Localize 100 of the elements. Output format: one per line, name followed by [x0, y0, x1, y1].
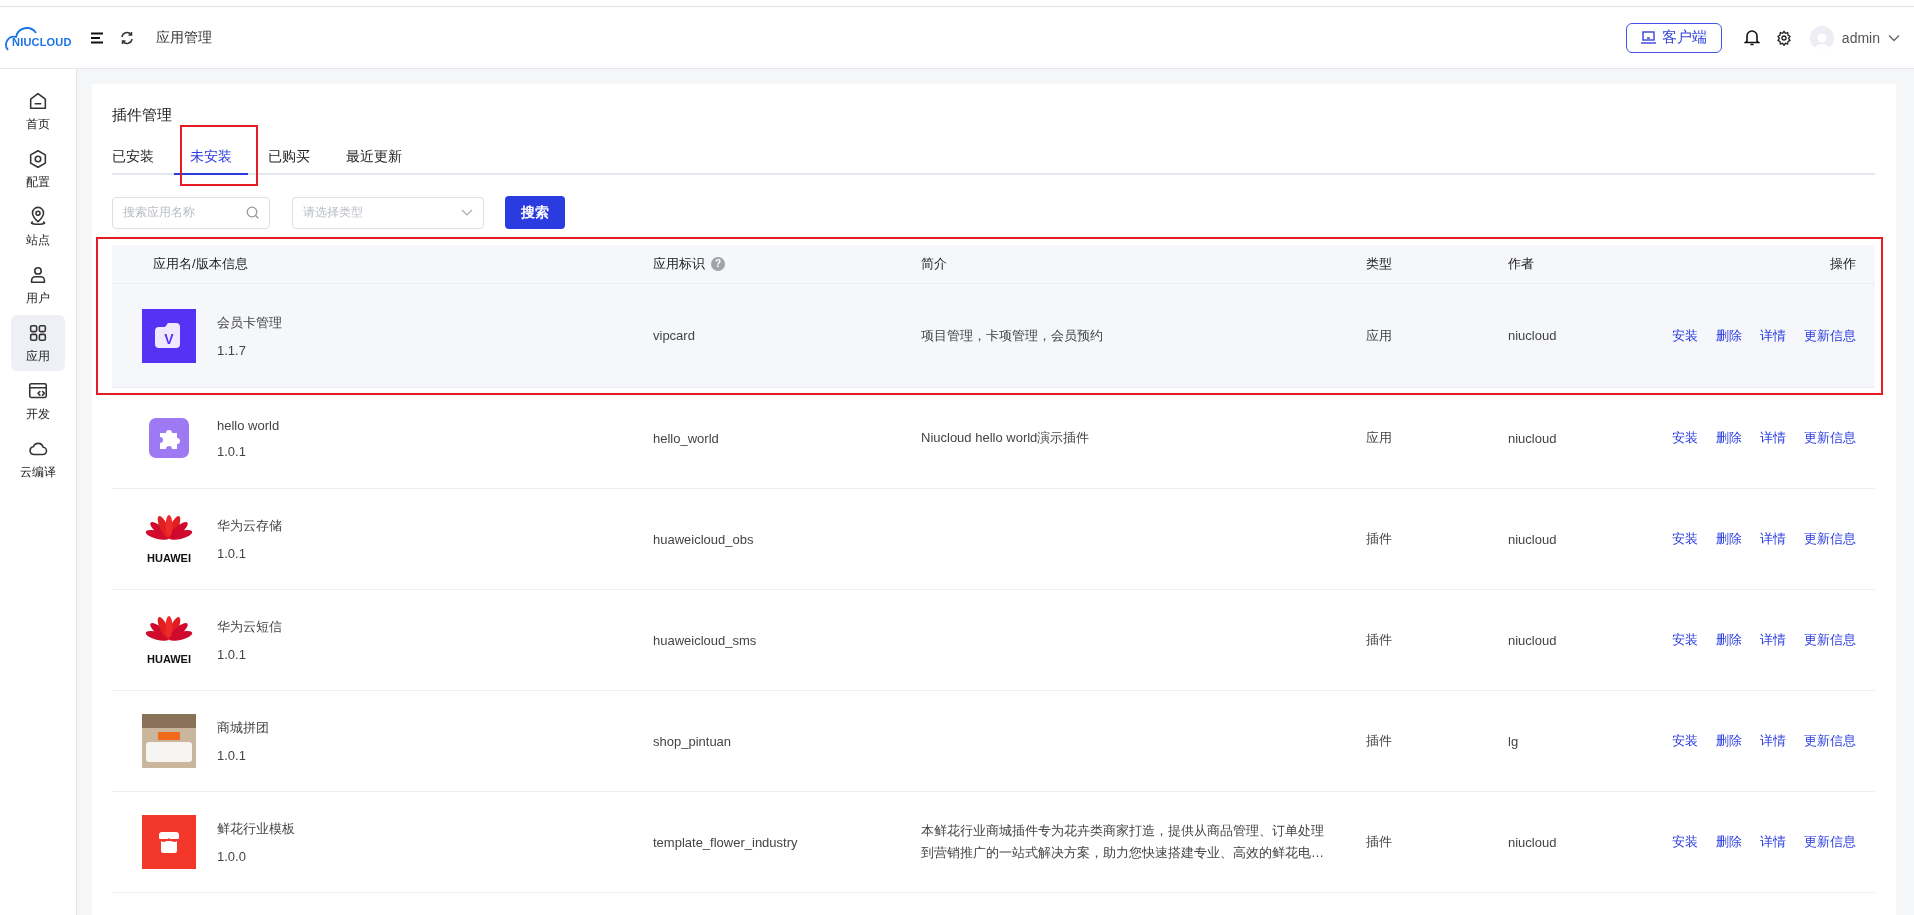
action-link[interactable]: 删除: [1716, 326, 1742, 345]
breadcrumb: 应用管理: [156, 28, 212, 47]
sidebar-item[interactable]: 开发: [11, 373, 65, 429]
sidebar-item[interactable]: 应用: [11, 315, 65, 371]
sidebar-item[interactable]: 云编译: [11, 431, 65, 487]
table-cell: huaweicloud_sms: [653, 632, 757, 648]
client-button[interactable]: 客户端: [1625, 22, 1722, 53]
photo-placeholder: [142, 714, 196, 768]
search-icon: [246, 206, 259, 219]
username[interactable]: admin: [1841, 29, 1880, 46]
app-name: 华为云短信: [217, 618, 282, 636]
action-link[interactable]: 删除: [1716, 429, 1742, 447]
app-version: 1.0.1: [217, 546, 247, 561]
hexagon-icon: [27, 147, 49, 170]
table-cell-text: 本鲜花行业商城插件专为花卉类商家打造，提供从商品管理、订单处理到营销推广的一站式解决方案，助力您快速搭建专业、高效的鲜花电…: [921, 822, 1325, 862]
action-link[interactable]: 删除: [1716, 833, 1742, 851]
action-link[interactable]: 安装: [1672, 833, 1698, 851]
table-cell: hello_world: [653, 430, 719, 446]
bell-icon[interactable]: [1743, 29, 1760, 46]
app-version: 1.0.0: [217, 849, 247, 864]
search-button[interactable]: 搜索: [505, 196, 565, 229]
settings-icon[interactable]: [1775, 29, 1792, 46]
table-cell: niucloud: [1508, 531, 1557, 547]
table-cell: shop_pintuan: [653, 733, 732, 749]
table-cell: niucloud: [1508, 632, 1557, 648]
action-link[interactable]: 安装: [1672, 530, 1698, 548]
action-link[interactable]: 详情: [1760, 530, 1786, 548]
tab[interactable]: 最近更新: [330, 139, 418, 173]
table-cell: lg: [1508, 733, 1519, 749]
table-cell: niucloud: [1508, 328, 1557, 343]
action-link[interactable]: 更新信息: [1804, 631, 1856, 649]
column-header: 应用名/版本信息: [153, 256, 248, 271]
app-name: 商城拼团: [217, 719, 269, 737]
app-name: 华为云存储: [217, 517, 282, 535]
page-title: 插件管理: [112, 105, 172, 125]
table-cell: niucloud: [1508, 430, 1557, 446]
action-link[interactable]: 删除: [1716, 631, 1742, 649]
tab[interactable]: 未安装: [174, 139, 248, 175]
chevron-down-icon: [461, 209, 473, 216]
sidebar-item[interactable]: 首页: [11, 83, 65, 139]
action-link[interactable]: 安装: [1672, 631, 1698, 649]
table-cell: huaweicloud_obs: [653, 531, 754, 547]
menu-icon[interactable]: [90, 31, 104, 44]
chevron-down-icon[interactable]: [1888, 33, 1900, 42]
table-cell: 插件: [1366, 834, 1392, 849]
action-link[interactable]: 详情: [1760, 833, 1786, 851]
app-version: 1.0.1: [217, 443, 247, 459]
app-name: 会员卡管理: [217, 313, 282, 332]
table-cell: 插件: [1366, 632, 1392, 647]
sidebar-item[interactable]: 配置: [11, 141, 65, 197]
laptop-icon: [1640, 31, 1656, 44]
sidebar-item[interactable]: 用户: [11, 257, 65, 313]
table-cell: vipcard: [653, 328, 695, 343]
action-link[interactable]: 更新信息: [1804, 326, 1856, 345]
table-row[interactable]: HUAWEI 华为云短信 1.0.1 huaweicloud_sms 插件 niucloud 安装 删除 详情 更新信息: [112, 590, 1875, 691]
action-link[interactable]: 更新信息: [1804, 732, 1856, 750]
table-row[interactable]: 鲜花行业模板 1.0.0 template_flower_industry 本鲜花行业商城插件专为花卉类商家打造，提供从商品管理、订单处理到营销推广的一站式解决方案，助力您快速搭建专业、高效的鲜花电… 插件 niucloud 安装 删除 详情 更新信息: [112, 792, 1875, 893]
tab[interactable]: 已安装: [112, 139, 170, 173]
table-cell: 插件: [1366, 733, 1392, 748]
action-link[interactable]: 删除: [1716, 530, 1742, 548]
app-version: 1.0.1: [217, 748, 247, 763]
table-row[interactable]: HUAWEI 华为云存储 1.0.1 huaweicloud_obs 插件 niucloud 安装 删除 详情 更新信息: [112, 489, 1875, 590]
action-link[interactable]: 安装: [1672, 429, 1698, 447]
table-row[interactable]: V 会员卡管理 1.1.7 vipcard 项目管理，卡项管理，会员预约 应用 niucloud 安装 删除 详情 更新信息: [112, 284, 1875, 388]
action-link[interactable]: 详情: [1760, 326, 1786, 345]
action-link[interactable]: 详情: [1760, 631, 1786, 649]
app-name: hello world: [217, 417, 280, 433]
table-cell-text: 项目管理，卡项管理，会员预约: [921, 326, 1104, 345]
huawei-logo: HUAWEI: [142, 512, 196, 566]
app-version: 1.0.1: [217, 647, 247, 662]
table-cell: 插件: [1366, 531, 1392, 546]
huawei-logo: HUAWEI: [142, 613, 196, 667]
table-row[interactable]: hello world 1.0.1 hello_world Niucloud hello world演示插件 应用 niucloud 安装 删除 详情 更新信息: [112, 388, 1875, 489]
table-row[interactable]: 商城拼团 1.0.1 shop_pintuan 插件 lg 安装 删除 详情 更新信息: [112, 691, 1875, 792]
column-header: 操作: [1830, 256, 1856, 271]
column-header: 作者: [1508, 256, 1534, 271]
sidebar-item[interactable]: 站点: [11, 199, 65, 255]
app-version: 1.1.7: [217, 342, 247, 358]
table-cell: 应用: [1366, 327, 1392, 343]
table-cell-text: Niucloud hello world演示插件: [921, 429, 1091, 447]
refresh-icon[interactable]: [120, 30, 134, 45]
column-header: 简介: [921, 256, 947, 271]
action-link[interactable]: 安装: [1672, 732, 1698, 750]
action-link[interactable]: 更新信息: [1804, 429, 1856, 447]
table-cell: template_flower_industry: [653, 834, 798, 850]
action-link[interactable]: 安装: [1672, 326, 1698, 345]
column-header: 类型: [1366, 256, 1392, 271]
niucloud-logo: NIUCLOUD: [4, 23, 76, 52]
tab[interactable]: 已购买: [252, 139, 326, 173]
shop-icon: [142, 815, 196, 869]
card-app-icon: V: [142, 308, 196, 363]
table-cell: niucloud: [1508, 834, 1557, 850]
puzzle-icon: [149, 418, 189, 458]
action-link[interactable]: 详情: [1760, 732, 1786, 750]
action-link[interactable]: 删除: [1716, 732, 1742, 750]
table-cell: 应用: [1366, 430, 1392, 445]
action-link[interactable]: 更新信息: [1804, 833, 1856, 851]
action-link[interactable]: 更新信息: [1804, 530, 1856, 548]
column-header: 应用标识: [653, 256, 705, 271]
action-link[interactable]: 详情: [1760, 429, 1786, 447]
